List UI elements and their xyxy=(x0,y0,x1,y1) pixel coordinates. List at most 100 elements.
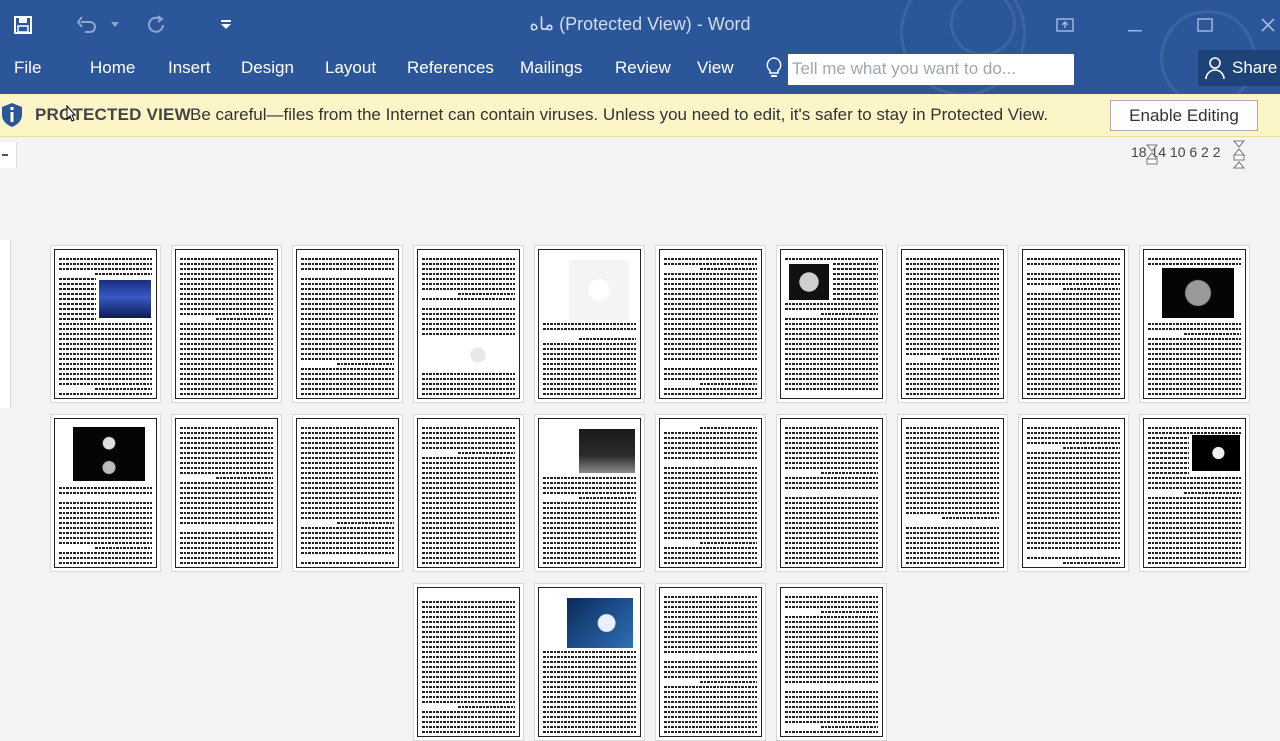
text-line xyxy=(1148,497,1241,499)
text-line xyxy=(785,512,878,514)
tab-home[interactable]: Home xyxy=(90,58,135,78)
page-thumbnail[interactable] xyxy=(534,414,645,572)
text-line xyxy=(301,313,394,315)
text-line xyxy=(301,432,394,434)
text-line xyxy=(301,283,394,285)
indent-marker-icon[interactable] xyxy=(1145,144,1159,166)
page-thumbnail[interactable] xyxy=(655,583,766,741)
text-line xyxy=(664,512,757,514)
text-line xyxy=(785,666,878,668)
text-line xyxy=(1027,393,1120,395)
page-thumbnail[interactable] xyxy=(655,245,766,403)
page-thumbnail[interactable] xyxy=(776,583,887,741)
tab-references[interactable]: References xyxy=(407,58,494,78)
text-line xyxy=(422,636,515,638)
text-line xyxy=(1027,308,1120,310)
text-line xyxy=(543,512,636,514)
text-line xyxy=(785,363,878,365)
page-thumbnail[interactable] xyxy=(776,414,887,572)
text-line xyxy=(664,676,757,678)
page-thumbnail[interactable] xyxy=(292,414,403,572)
text-line xyxy=(942,517,999,519)
text-line xyxy=(422,716,515,718)
text-line xyxy=(785,447,878,449)
page-thumbnail[interactable] xyxy=(897,414,1008,572)
right-indent-marker-icon[interactable] xyxy=(1232,140,1246,169)
text-line xyxy=(785,497,878,499)
text-line xyxy=(1027,462,1120,464)
text-line xyxy=(59,313,96,315)
tab-review[interactable]: Review xyxy=(615,58,671,78)
text-line xyxy=(422,373,515,375)
text-line xyxy=(59,323,152,325)
page-thumbnail[interactable] xyxy=(1018,245,1129,403)
text-line xyxy=(301,378,394,380)
text-line xyxy=(821,472,878,474)
text-line xyxy=(1148,368,1241,370)
tab-design[interactable]: Design xyxy=(241,58,294,78)
text-line xyxy=(1148,363,1241,365)
text-line xyxy=(906,273,999,275)
page-thumbnail[interactable] xyxy=(897,245,1008,403)
text-line xyxy=(906,497,999,499)
text-line xyxy=(664,547,757,549)
text-line xyxy=(59,348,152,350)
text-line xyxy=(906,298,999,300)
text-line xyxy=(664,482,757,484)
text-line xyxy=(422,736,515,737)
text-line xyxy=(301,303,394,305)
text-line xyxy=(785,646,878,648)
page-thumbnail[interactable] xyxy=(413,583,524,741)
page-thumbnail[interactable] xyxy=(1139,245,1250,403)
text-line xyxy=(833,273,878,275)
tell-me-search-input[interactable]: Tell me what you want to do... xyxy=(788,54,1074,85)
text-line xyxy=(422,621,515,623)
text-line xyxy=(1148,447,1189,449)
text-line xyxy=(422,701,515,703)
text-line xyxy=(664,626,757,628)
tab-mailings[interactable]: Mailings xyxy=(520,58,582,78)
text-line xyxy=(59,373,152,375)
page-thumbnail[interactable] xyxy=(50,245,161,403)
maximize-icon[interactable] xyxy=(1188,10,1222,40)
minimize-icon[interactable] xyxy=(1118,10,1152,40)
ribbon-display-options-icon[interactable] xyxy=(1048,10,1082,40)
full-moon-large-image xyxy=(1162,268,1234,318)
text-line xyxy=(1027,512,1120,514)
tab-layout[interactable]: Layout xyxy=(325,58,376,78)
text-line xyxy=(180,398,273,399)
page-border xyxy=(417,418,520,568)
tab-insert[interactable]: Insert xyxy=(168,58,211,78)
page-thumbnail[interactable] xyxy=(1018,414,1129,572)
text-line xyxy=(906,512,999,514)
tab-view[interactable]: View xyxy=(697,58,734,78)
page-thumbnail[interactable] xyxy=(413,414,524,572)
page-thumbnail[interactable] xyxy=(534,245,645,403)
text-line xyxy=(785,711,878,713)
text-line xyxy=(785,507,878,509)
close-icon[interactable] xyxy=(1256,10,1280,40)
page-thumbnail[interactable] xyxy=(655,414,766,572)
text-line xyxy=(422,726,515,728)
text-line xyxy=(1148,353,1241,355)
page-thumbnail[interactable] xyxy=(171,414,282,572)
text-line xyxy=(180,368,273,370)
page-thumbnail[interactable] xyxy=(292,245,403,403)
text-line xyxy=(180,547,273,549)
page-thumbnail[interactable] xyxy=(413,245,524,403)
enable-editing-button[interactable]: Enable Editing xyxy=(1110,100,1258,131)
ruler-tab-selector[interactable] xyxy=(0,142,17,168)
tab-file[interactable]: File xyxy=(14,58,41,78)
text-line xyxy=(180,497,273,499)
page-thumbnail[interactable] xyxy=(534,583,645,741)
text-line xyxy=(543,552,636,554)
page-thumbnail[interactable] xyxy=(50,414,161,572)
share-button[interactable]: Share xyxy=(1198,50,1280,86)
page-thumbnail[interactable] xyxy=(776,245,887,403)
text-line xyxy=(785,696,878,698)
text-line xyxy=(301,263,394,265)
text-line xyxy=(833,268,878,270)
page-thumbnail[interactable] xyxy=(171,245,282,403)
page-thumbnail[interactable] xyxy=(1139,414,1250,572)
text-line xyxy=(1027,283,1120,285)
